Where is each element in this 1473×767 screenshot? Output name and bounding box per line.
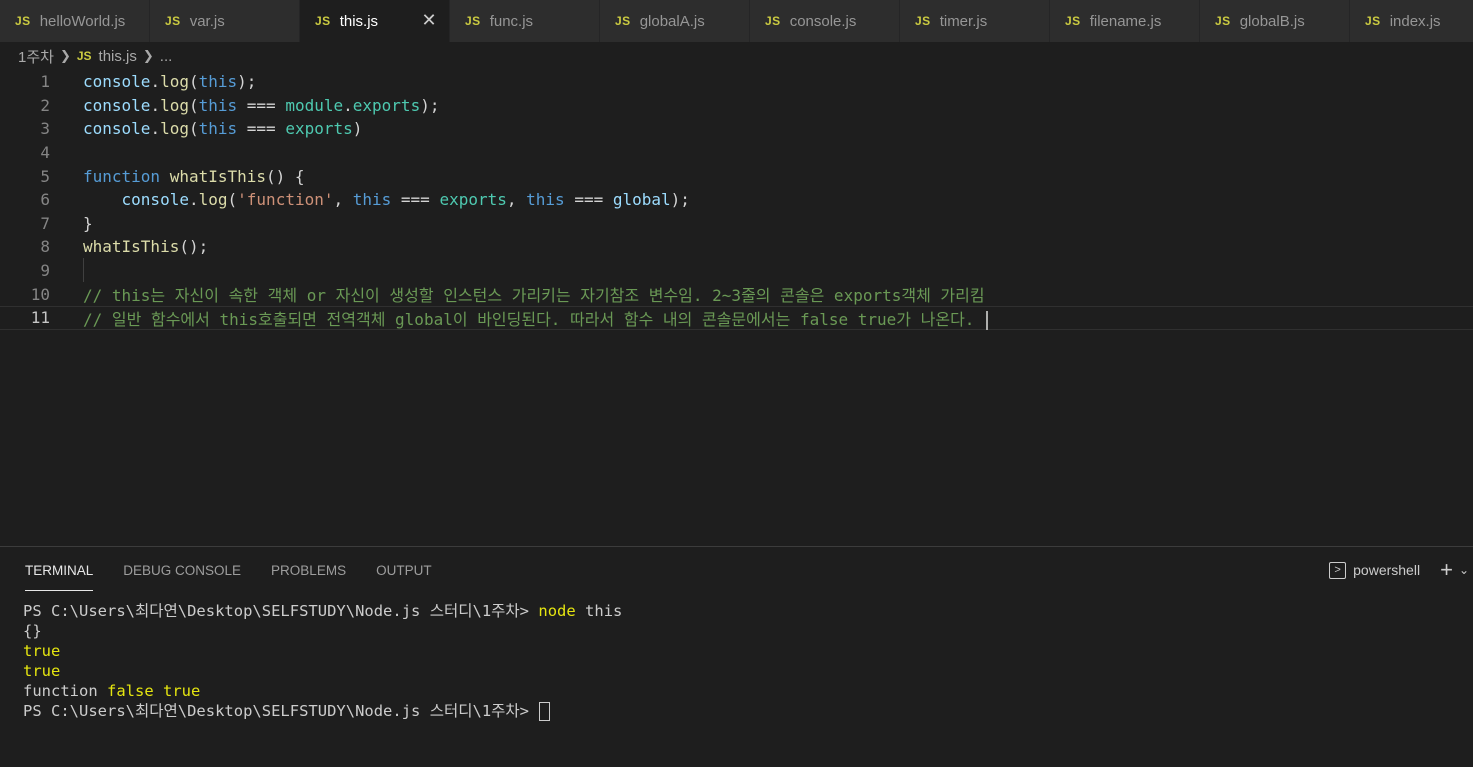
javascript-file-icon: JS	[15, 14, 31, 28]
close-icon[interactable]: ✕	[419, 10, 439, 30]
terminal-line: PS C:\Users\최다연\Desktop\SELFSTUDY\Node.j…	[23, 701, 622, 721]
panel-tab-bar: TERMINAL DEBUG CONSOLE PROBLEMS OUTPUT	[25, 561, 432, 591]
tab-label: filename.js	[1089, 12, 1162, 30]
javascript-file-icon: JS	[615, 14, 631, 28]
code-line[interactable]: 2 console.log(this === module.exports);	[0, 94, 1473, 118]
line-number: 11	[30, 308, 50, 328]
tab-label: helloWorld.js	[39, 12, 126, 30]
breadcrumb-folder[interactable]: 1주차	[18, 46, 54, 67]
terminal-line: true	[23, 642, 61, 660]
breadcrumb-file[interactable]: this.js	[99, 48, 137, 65]
line-number: 7	[40, 213, 50, 233]
javascript-file-icon: JS	[465, 14, 481, 28]
code-line-text: whatIsThis();	[83, 237, 209, 257]
code-comment: // this는 자신이 속한 객체 or 자신이 생성할 인스턴스 가리키는 …	[83, 286, 985, 306]
chevron-down-icon[interactable]: ⌄	[1459, 563, 1469, 577]
tab-label: this.js	[339, 12, 379, 30]
line-number: 8	[40, 237, 50, 257]
terminal-text: false true	[107, 682, 201, 700]
code-line-current[interactable]: 11 // 일반 함수에서 this호출되면 전역객체 global이 바인딩된…	[0, 306, 1473, 330]
javascript-file-icon: JS	[165, 14, 181, 28]
tab-label: timer.js	[939, 12, 988, 30]
bottom-panel: TERMINAL DEBUG CONSOLE PROBLEMS OUTPUT >…	[0, 546, 1473, 767]
tab-label: var.js	[189, 12, 225, 30]
line-number: 1	[40, 72, 50, 92]
code-line[interactable]: 8 whatIsThis();	[0, 235, 1473, 259]
code-line[interactable]: 6 console.log('function', this === expor…	[0, 188, 1473, 212]
editor-tab-bar: JS helloWorld.js JS var.js JS this.js ✕ …	[0, 0, 1473, 42]
chevron-right-icon: ❯	[59, 48, 71, 63]
tab-label: globalA.js	[639, 12, 705, 30]
tab-label: func.js	[489, 12, 534, 30]
tab-index-js[interactable]: JS index.js	[1350, 0, 1473, 42]
tab-globala-js[interactable]: JS globalA.js	[600, 0, 750, 42]
line-number: 2	[40, 95, 50, 115]
code-line-text: console.log(this === exports)	[83, 119, 363, 139]
code-line-text: console.log('function', this === exports…	[121, 190, 690, 210]
code-line-text: }	[83, 213, 93, 233]
tab-terminal[interactable]: TERMINAL	[25, 561, 94, 591]
javascript-file-icon: JS	[1215, 14, 1231, 28]
breadcrumb-symbol[interactable]: ...	[160, 48, 173, 65]
code-line-text: console.log(this);	[83, 72, 257, 92]
terminal-line: PS C:\Users\최다연\Desktop\SELFSTUDY\Node.j…	[23, 601, 622, 621]
code-line-text: function whatIsThis() {	[83, 166, 305, 186]
javascript-file-icon: JS	[1365, 14, 1381, 28]
text-cursor	[986, 310, 989, 330]
terminal-cursor	[539, 702, 551, 721]
code-line[interactable]: 7 }	[0, 212, 1473, 236]
tab-var-js[interactable]: JS var.js	[150, 0, 300, 42]
terminal-command: node	[538, 602, 576, 620]
line-number: 6	[40, 190, 50, 210]
terminal-line: true	[23, 662, 61, 680]
tab-func-js[interactable]: JS func.js	[450, 0, 600, 42]
code-line[interactable]: 3 console.log(this === exports)	[0, 117, 1473, 141]
javascript-file-icon: JS	[915, 14, 931, 28]
terminal-command-arg: this	[585, 602, 623, 620]
javascript-file-icon: JS	[315, 14, 331, 28]
tab-output[interactable]: OUTPUT	[376, 561, 432, 591]
terminal-prompt: PS C:\Users\최다연\Desktop\SELFSTUDY\Node.j…	[23, 702, 530, 720]
javascript-file-icon: JS	[1065, 14, 1081, 28]
terminal-text: function	[23, 682, 98, 700]
terminal-line: function false true	[23, 681, 622, 701]
terminal-output[interactable]: PS C:\Users\최다연\Desktop\SELFSTUDY\Node.j…	[23, 601, 622, 721]
panel-actions: > powershell + ⌄	[1329, 557, 1473, 583]
chevron-right-icon: ❯	[142, 48, 154, 63]
code-editor[interactable]: 1 console.log(this); 2 console.log(this …	[0, 70, 1473, 546]
code-line[interactable]: 1 console.log(this);	[0, 70, 1473, 94]
shell-selector[interactable]: powershell	[1353, 562, 1420, 578]
code-line-text: // 일반 함수에서 this호출되면 전역객체 global이 바인딩된다. …	[83, 306, 989, 330]
line-number: 4	[40, 143, 50, 163]
tab-this-js[interactable]: JS this.js ✕	[300, 0, 450, 42]
line-number: 3	[40, 119, 50, 139]
tab-label: console.js	[789, 12, 857, 30]
tab-helloworld-js[interactable]: JS helloWorld.js	[0, 0, 150, 42]
line-number: 5	[40, 166, 50, 186]
line-number: 9	[40, 261, 50, 281]
terminal-prompt: PS C:\Users\최다연\Desktop\SELFSTUDY\Node.j…	[23, 602, 530, 620]
tab-filename-js[interactable]: JS filename.js	[1050, 0, 1200, 42]
tab-console-js[interactable]: JS console.js	[750, 0, 900, 42]
tab-label: globalB.js	[1239, 12, 1305, 30]
javascript-file-icon: JS	[765, 14, 781, 28]
code-line[interactable]: 5 function whatIsThis() {	[0, 164, 1473, 188]
code-line[interactable]: 10 // this는 자신이 속한 객체 or 자신이 생성할 인스턴스 가리…	[0, 282, 1473, 306]
code-line[interactable]: 9	[0, 259, 1473, 283]
tab-globalb-js[interactable]: JS globalB.js	[1200, 0, 1350, 42]
terminal-icon: >	[1329, 561, 1347, 579]
tab-label: index.js	[1389, 12, 1441, 30]
tab-problems[interactable]: PROBLEMS	[271, 561, 346, 591]
line-number: 10	[30, 284, 50, 304]
new-terminal-plus-icon[interactable]: +	[1440, 557, 1453, 583]
tab-timer-js[interactable]: JS timer.js	[900, 0, 1050, 42]
code-line-text: console.log(this === module.exports);	[83, 95, 440, 115]
breadcrumb: 1주차 ❯ JS this.js ❯ ...	[18, 44, 172, 68]
terminal-line: {}	[23, 622, 42, 640]
javascript-file-icon: JS	[76, 49, 92, 63]
code-comment: // 일반 함수에서 this호출되면 전역객체 global이 바인딩된다. …	[83, 309, 985, 329]
tab-debug-console[interactable]: DEBUG CONSOLE	[123, 561, 241, 591]
code-line[interactable]: 4	[0, 141, 1473, 165]
